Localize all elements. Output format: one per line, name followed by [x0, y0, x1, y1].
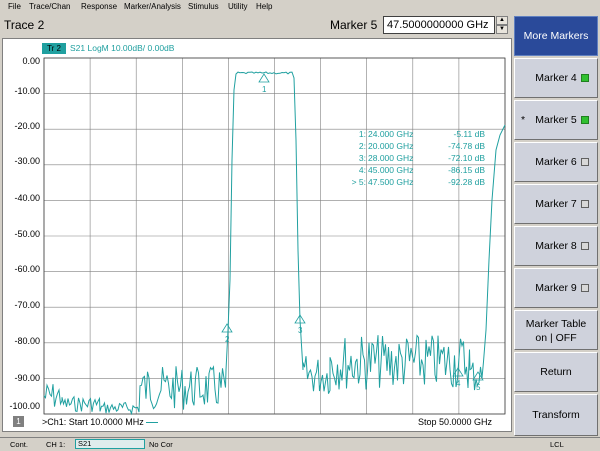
- marker-7-indicator-icon: [581, 200, 589, 208]
- y-tick-label: -40.00: [14, 193, 40, 203]
- marker-table-freq: 20.000 GHz: [368, 141, 414, 151]
- y-tick-label: -10.00: [14, 86, 40, 96]
- marker-8-indicator-icon: [581, 242, 589, 250]
- trace-title: Trace 2: [4, 18, 45, 32]
- more-markers-button[interactable]: More Markers: [514, 16, 598, 56]
- marker-6-button[interactable]: Marker 6: [514, 142, 598, 182]
- marker-table-toggle-button[interactable]: Marker Table on | OFF: [514, 310, 598, 350]
- y-tick-label: -20.00: [14, 121, 40, 131]
- menu-file[interactable]: File: [8, 2, 21, 11]
- menu-help[interactable]: Help: [256, 2, 272, 11]
- start-frequency[interactable]: >Ch1: Start 10.0000 MHz: [42, 417, 144, 427]
- marker-frequency-input[interactable]: 47.5000000000 GHz: [383, 16, 495, 34]
- menu-bar: File Trace/Chan Response Marker/Analysis…: [0, 0, 600, 14]
- marker-9-indicator-icon: [581, 284, 589, 292]
- trace-badge[interactable]: Tr 2: [42, 43, 66, 54]
- status-parameter: S21: [75, 439, 145, 449]
- marker-table-freq: 45.000 GHz: [368, 165, 414, 175]
- status-correction: No Cor: [149, 440, 173, 449]
- marker-spinner: ▲ ▼: [496, 16, 508, 34]
- y-tick-label: 0.00: [22, 56, 40, 66]
- trace-legend-line: [146, 422, 158, 423]
- marker-table-id: 1:: [358, 129, 366, 139]
- y-tick-label: -30.00: [14, 156, 40, 166]
- y-tick-label: -90.00: [14, 373, 40, 383]
- marker-table-freq: 47.500 GHz: [368, 177, 414, 187]
- marker-table-value: -86.15 dB: [448, 165, 485, 175]
- trace-info: S21 LogM 10.00dB/ 0.00dB: [70, 43, 175, 53]
- status-channel: CH 1:: [46, 440, 66, 449]
- marker-table-id: 3:: [358, 153, 366, 163]
- softkey-label: Return: [540, 366, 572, 378]
- marker-table-value: -74.78 dB: [448, 141, 485, 151]
- marker-table-value: -72.10 dB: [448, 153, 485, 163]
- marker-table-id: 2:: [358, 141, 366, 151]
- y-tick-label: -60.00: [14, 264, 40, 274]
- entry-bar: Trace 2 Marker 5 47.5000000000 GHz ▲ ▼: [0, 14, 512, 38]
- channel-number-badge[interactable]: 1: [13, 416, 24, 427]
- marker-table-freq: 28.000 GHz: [368, 153, 414, 163]
- marker-4-button[interactable]: Marker 4: [514, 58, 598, 98]
- status-bar: Cont. CH 1: S21 No Cor LCL: [0, 437, 600, 451]
- status-sweep-mode: Cont.: [10, 440, 28, 449]
- marker-5-indicator-icon: [581, 116, 589, 124]
- softkey-label: More Markers: [523, 30, 589, 42]
- spin-up-button[interactable]: ▲: [496, 16, 508, 25]
- menu-stimulus[interactable]: Stimulus: [188, 2, 219, 11]
- stop-frequency[interactable]: Stop 50.0000 GHz: [418, 417, 492, 427]
- marker-7-button[interactable]: Marker 7: [514, 184, 598, 224]
- y-tick-label: -100.00: [9, 401, 40, 411]
- marker-table-value: -92.28 dB: [448, 177, 485, 187]
- transform-button[interactable]: Transform: [514, 394, 598, 436]
- menu-utility[interactable]: Utility: [228, 2, 248, 11]
- y-tick-label: -50.00: [14, 229, 40, 239]
- marker-table-id: > 5:: [351, 177, 366, 187]
- status-remote-state: LCL: [550, 440, 564, 449]
- marker-9-button[interactable]: Marker 9: [514, 268, 598, 308]
- marker-5-button[interactable]: * Marker 5: [514, 100, 598, 140]
- y-tick-label: -80.00: [14, 336, 40, 346]
- y-tick-label: -70.00: [14, 300, 40, 310]
- marker-6-indicator-icon: [581, 158, 589, 166]
- softkey-label: Transform: [532, 409, 580, 421]
- return-button[interactable]: Return: [514, 352, 598, 392]
- active-marker-label: Marker 5: [330, 18, 378, 32]
- softkey-label-line1: Marker Table: [525, 318, 587, 330]
- marker-table-id: 4:: [358, 165, 366, 175]
- marker-table-freq: 24.000 GHz: [368, 129, 414, 139]
- marker-table-value: -5.11 dB: [453, 129, 485, 139]
- softkey-label: Marker Table on | OFF: [515, 317, 597, 345]
- softkey-panel: More Markers Marker 4 * Marker 5 Marker …: [512, 14, 600, 437]
- plot-area[interactable]: [2, 38, 512, 432]
- spin-down-button[interactable]: ▼: [496, 25, 508, 34]
- menu-marker-analysis[interactable]: Marker/Analysis: [124, 2, 181, 11]
- marker-8-button[interactable]: Marker 8: [514, 226, 598, 266]
- marker-4-indicator-icon: [581, 74, 589, 82]
- menu-trace-chan[interactable]: Trace/Chan: [29, 2, 71, 11]
- menu-response[interactable]: Response: [81, 2, 117, 11]
- softkey-label-line2: on | OFF: [535, 332, 577, 344]
